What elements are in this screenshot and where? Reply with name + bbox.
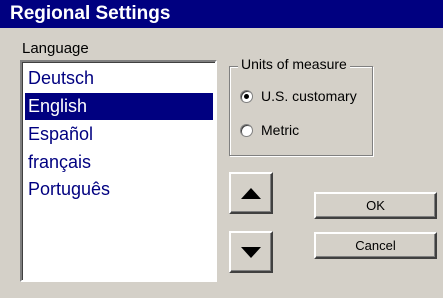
language-listbox[interactable]: Deutsch English Español français Portugu… [20, 60, 217, 282]
radio-us-customary-label: U.S. customary [261, 88, 357, 104]
triangle-up-icon [241, 187, 261, 199]
language-label: Language [22, 40, 89, 57]
units-group-title: Units of measure [238, 56, 350, 72]
ok-button[interactable]: OK [314, 192, 437, 219]
language-item-espanol[interactable]: Español [25, 121, 213, 148]
dialog-title: Regional Settings [0, 0, 443, 28]
language-item-portugues[interactable]: Português [25, 176, 213, 203]
cancel-button[interactable]: Cancel [314, 232, 437, 259]
language-item-deutsch[interactable]: Deutsch [25, 65, 213, 92]
radio-us-customary[interactable]: U.S. customary [240, 86, 357, 106]
language-item-english[interactable]: English [25, 93, 213, 120]
radio-metric[interactable]: Metric [240, 120, 299, 140]
radio-metric-label: Metric [261, 122, 300, 138]
radio-metric-indicator[interactable] [240, 123, 253, 137]
move-up-button[interactable] [229, 172, 273, 214]
move-down-button[interactable] [229, 231, 273, 273]
units-groupbox [229, 66, 373, 156]
triangle-down-icon [241, 246, 261, 258]
regional-settings-dialog: Regional Settings Language Deutsch Engli… [0, 0, 443, 298]
language-item-francais[interactable]: français [25, 149, 213, 176]
radio-us-customary-indicator[interactable] [240, 89, 253, 103]
